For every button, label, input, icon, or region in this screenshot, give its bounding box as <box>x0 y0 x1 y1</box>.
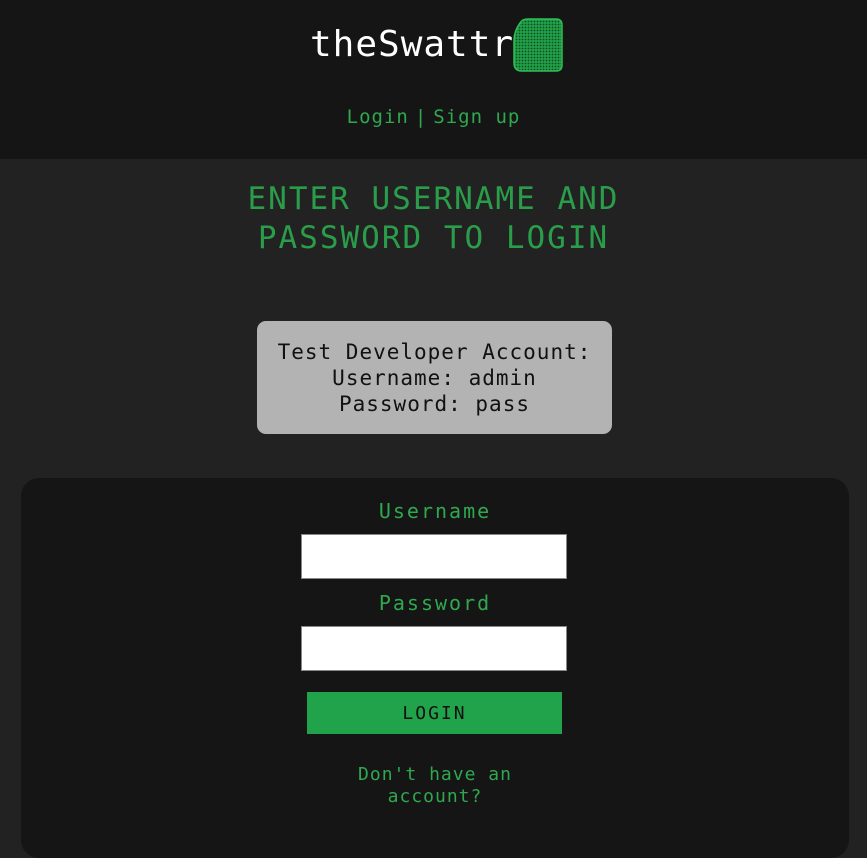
signup-prompt-link[interactable]: Don't have an account? <box>21 764 849 808</box>
page-title: ENTER USERNAME AND PASSWORD TO LOGIN <box>200 180 667 258</box>
signup-prompt-line2: account? <box>387 786 483 807</box>
username-label: Username <box>378 499 492 523</box>
nav-signup-link[interactable]: Sign up <box>433 106 520 128</box>
logo-text: theSwattr <box>310 24 515 65</box>
test-account-info: Test Developer Account: Username: admin … <box>257 321 612 434</box>
test-account-username: Username: admin <box>332 366 537 390</box>
username-input[interactable] <box>301 534 567 579</box>
login-button[interactable]: LOGIN <box>307 692 562 734</box>
password-label: Password <box>378 591 492 615</box>
test-account-title: Test Developer Account: <box>277 340 592 364</box>
nav-login-link[interactable]: Login <box>347 106 409 128</box>
green-swatch-icon <box>513 18 563 72</box>
nav-separator: | <box>414 106 428 128</box>
password-input[interactable] <box>301 626 567 671</box>
page-title-line1: ENTER USERNAME AND <box>247 181 620 217</box>
page-title-line2: PASSWORD TO LOGIN <box>257 220 610 256</box>
login-form: Username Password LOGIN Don't have an ac… <box>21 478 849 858</box>
site-logo[interactable]: theSwattr <box>310 16 564 74</box>
signup-prompt-line1: Don't have an <box>358 764 512 785</box>
site-header: theSwattr Login | Sign up <box>0 0 867 159</box>
test-account-password: Password: pass <box>338 392 530 416</box>
auth-nav: Login | Sign up <box>0 106 867 128</box>
